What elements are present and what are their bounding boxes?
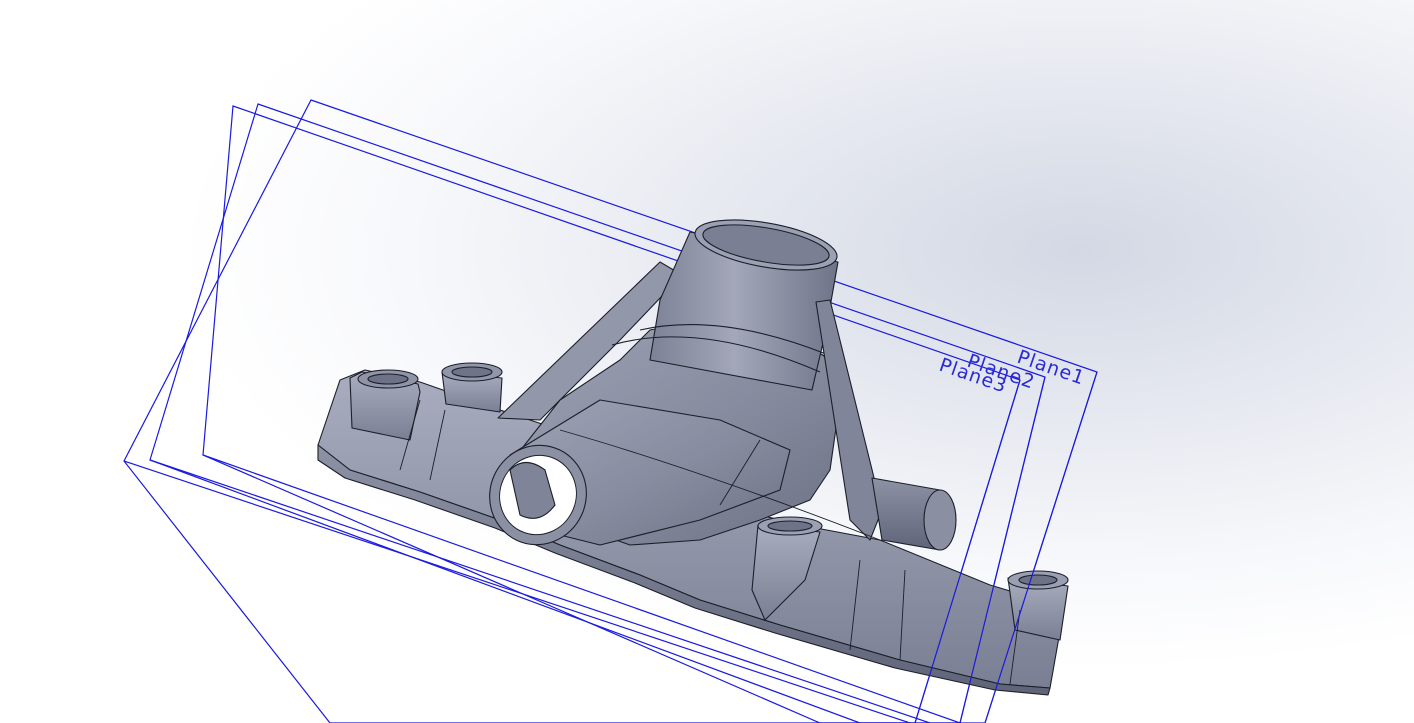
pump-housing-part[interactable]: [317, 211, 1069, 696]
right-outlet: [871, 477, 957, 551]
graphics-viewport[interactable]: Plane1 Plane2 Plane3: [0, 0, 1414, 723]
left-boss: [349, 369, 421, 441]
plane-labels: Plane1 Plane2 Plane3: [936, 346, 1088, 398]
rear-left-boss: [441, 362, 503, 413]
model-scene[interactable]: Plane1 Plane2 Plane3: [0, 0, 1414, 723]
